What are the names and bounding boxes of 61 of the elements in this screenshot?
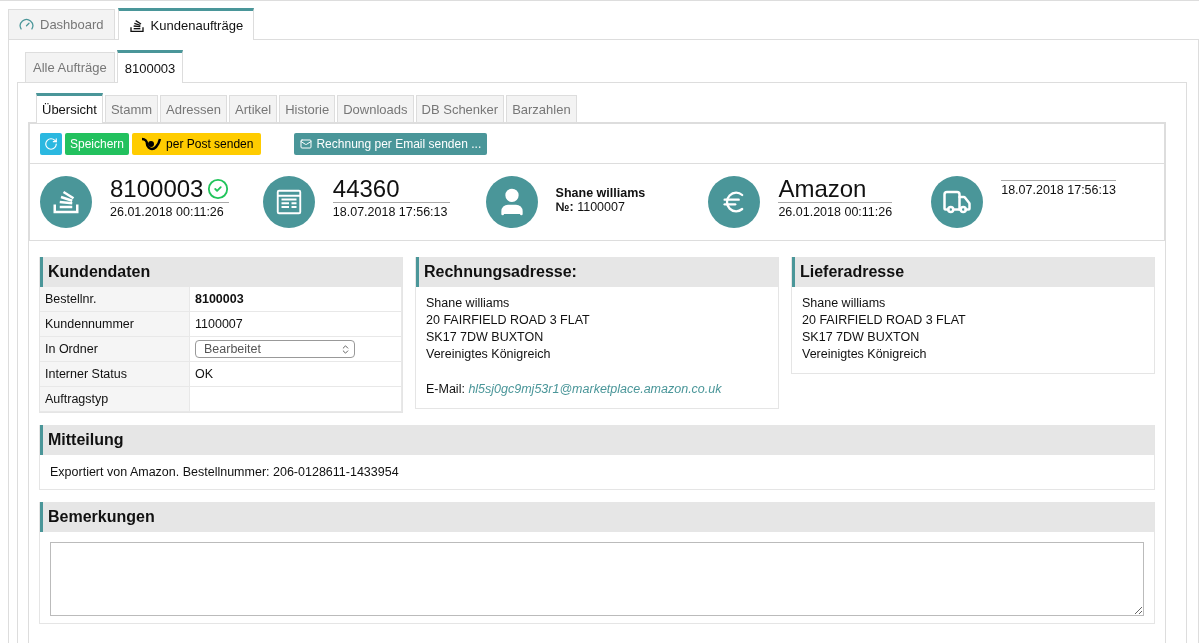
address-line: Vereinigtes Königreich xyxy=(426,347,552,361)
refresh-button[interactable] xyxy=(40,132,62,155)
section-heading: Kundendaten xyxy=(40,257,402,287)
envelope-icon xyxy=(300,137,313,150)
euro-icon xyxy=(708,176,761,228)
section-heading: Bemerkungen xyxy=(40,502,1154,532)
updown-arrows-icon xyxy=(340,343,351,355)
payment-provider: Amazon xyxy=(778,176,867,203)
detail-tab[interactable]: Artikel xyxy=(229,95,278,122)
detail-tab[interactable]: Barzahlen xyxy=(506,95,577,122)
field-value: 8100003 xyxy=(190,287,402,312)
folder-select[interactable]: Bearbeitet xyxy=(195,340,355,358)
section-heading: Lieferadresse xyxy=(792,257,1154,287)
gauge-icon xyxy=(19,17,34,32)
field-label: Auftragstyp xyxy=(40,387,190,412)
field-label: Kundennummer xyxy=(40,312,190,337)
address-line: Shane williams xyxy=(802,296,887,310)
main-tab[interactable]: Kundenaufträge xyxy=(117,8,255,40)
order-tab[interactable]: Alle Aufträge xyxy=(25,52,115,82)
field-label: In Ordner xyxy=(40,337,190,362)
section-heading: Rechnungsadresse: xyxy=(416,257,778,287)
detail-tab[interactable]: Historie xyxy=(279,95,336,122)
email-link[interactable]: hl5sj0gc9mj53r1@marketplace.amazon.co.uk xyxy=(468,382,722,396)
address-line: Shane williams xyxy=(426,296,511,310)
address-line: Vereinigtes Königreich xyxy=(802,347,928,361)
detail-tab[interactable]: Stamm xyxy=(104,95,159,122)
detail-tab[interactable]: Übersicht xyxy=(36,93,103,123)
order-number: 8100003 xyxy=(110,176,204,203)
shipping-date: 18.07.2018 17:56:13 xyxy=(1001,180,1116,197)
customer-number: №: 1100007 xyxy=(555,200,626,214)
email-label: E-Mail: hl5sj0gc9mj53r1@marketplace.amazon.co.uk xyxy=(426,382,723,396)
detail-tab[interactable]: Adressen xyxy=(160,95,227,122)
user-icon xyxy=(485,176,538,228)
invoice-number: 44360 xyxy=(332,176,400,203)
message-text: Exportiert von Amazon. Bestellnummer: 206-0128611-1433954 xyxy=(49,464,400,481)
payment-date: 26.01.2018 00:11:26 xyxy=(778,204,893,220)
section-heading: Mitteilung xyxy=(40,425,1154,455)
truck-icon xyxy=(931,176,984,228)
address-line: 20 FAIRFIELD ROAD 3 FLAT xyxy=(426,313,591,327)
remarks-field[interactable] xyxy=(50,542,1144,616)
order-stack-icon xyxy=(40,176,92,228)
refresh-icon xyxy=(44,136,58,151)
save-button[interactable]: Speichern xyxy=(65,132,130,155)
detail-tab[interactable]: Downloads xyxy=(337,95,414,122)
address-line: 20 FAIRFIELD ROAD 3 FLAT xyxy=(802,313,967,327)
address-line: SK17 7DW BUXTON xyxy=(802,330,921,344)
customer-name: Shane williams xyxy=(555,186,646,200)
main-tab[interactable]: Dashboard xyxy=(8,9,115,39)
address-line: SK17 7DW BUXTON xyxy=(426,330,545,344)
stack-icon xyxy=(128,17,145,34)
field-value: 1100007 xyxy=(190,312,402,337)
email-invoice-button[interactable]: Rechnung per Email senden ... xyxy=(294,132,488,155)
field-label: Interner Status xyxy=(40,362,190,387)
detail-tab[interactable]: DB Schenker xyxy=(415,95,505,122)
order-date: 26.01.2018 00:11:26 xyxy=(110,204,225,220)
order-tab[interactable]: 8100003 xyxy=(116,50,184,83)
invoice-date: 18.07.2018 17:56:13 xyxy=(332,204,449,220)
field-label: Bestellnr. xyxy=(40,287,190,312)
post-horn-icon xyxy=(140,135,163,152)
post-send-button[interactable]: per Post senden xyxy=(132,132,262,155)
field-value: OK xyxy=(190,362,402,387)
